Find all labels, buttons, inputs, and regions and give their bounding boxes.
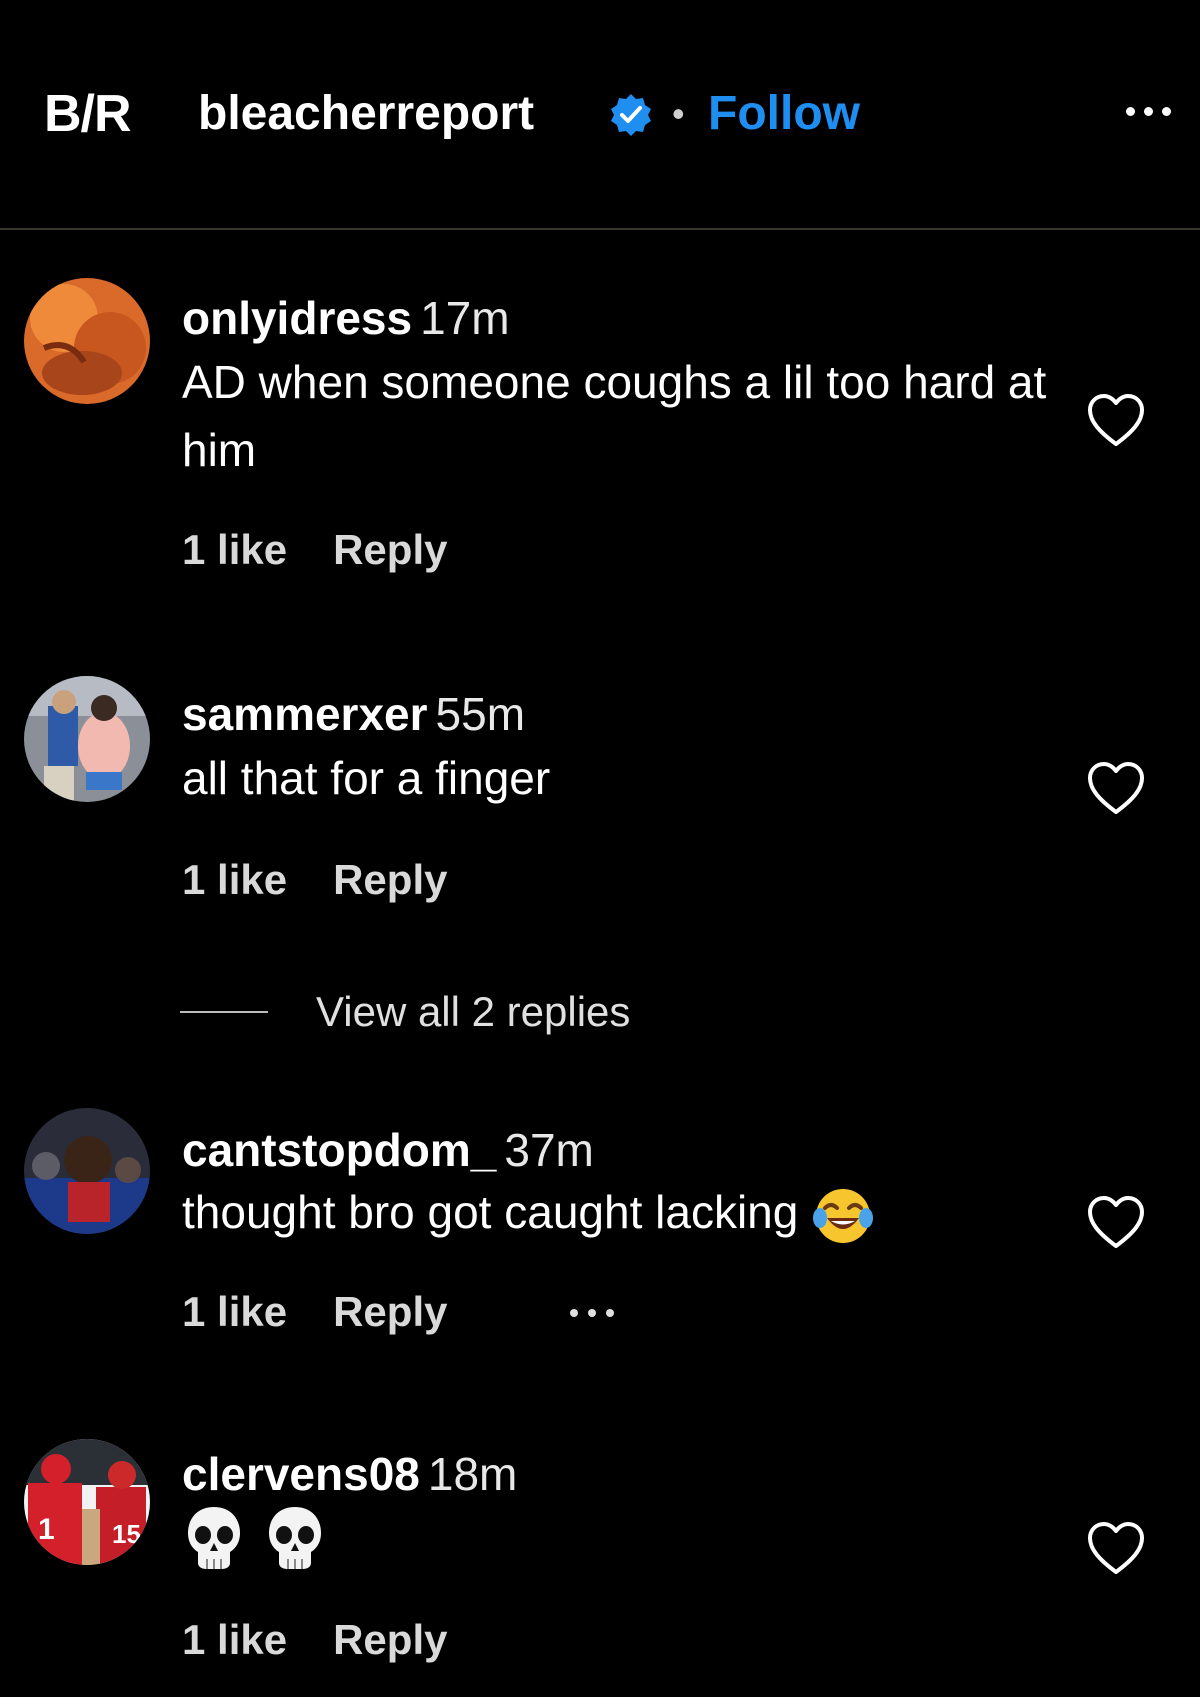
- comment-username[interactable]: cantstopdom_: [182, 1124, 496, 1176]
- replies-divider-line: [180, 1011, 268, 1013]
- comment-username[interactable]: onlyidress: [182, 292, 412, 344]
- view-replies-label: View all 2 replies: [316, 988, 631, 1035]
- account-username[interactable]: bleacherreport: [198, 84, 534, 144]
- skull-icon: [188, 1506, 240, 1569]
- avatar[interactable]: [24, 676, 150, 802]
- comment-header: cantstopdom_ 37m: [182, 1120, 594, 1180]
- like-heart-icon[interactable]: [1085, 392, 1147, 450]
- reply-button[interactable]: Reply: [333, 1616, 447, 1663]
- skull-icon: [268, 1506, 321, 1569]
- like-heart-icon[interactable]: [1085, 1194, 1147, 1252]
- reply-button[interactable]: Reply: [333, 856, 447, 903]
- avatar[interactable]: [24, 1108, 150, 1234]
- separator-dot: •: [672, 93, 685, 134]
- comment-actions: 1 like Reply: [182, 852, 447, 908]
- comment-text: [182, 1500, 1062, 1576]
- like-count[interactable]: 1 like: [182, 1616, 287, 1663]
- svg-text:15: 15: [112, 1519, 141, 1549]
- comment-time: 18m: [427, 1448, 518, 1500]
- like-heart-icon[interactable]: [1085, 760, 1147, 818]
- like-heart-icon[interactable]: [1085, 1520, 1147, 1578]
- avatar[interactable]: [24, 278, 150, 404]
- more-options-icon[interactable]: [1126, 96, 1190, 126]
- comment-text: AD when someone coughs a lil too hard at…: [182, 356, 1047, 476]
- brand-logo[interactable]: B/R: [44, 84, 132, 144]
- comment-time: 55m: [435, 688, 526, 740]
- like-count[interactable]: 1 like: [182, 1288, 287, 1335]
- comment-actions: 1 like Reply: [182, 1612, 447, 1668]
- follow-button[interactable]: Follow: [708, 84, 860, 144]
- post-header: B/R bleacherreport • Follow: [0, 0, 1200, 230]
- comment-header: onlyidress 17m: [182, 288, 510, 348]
- face-with-tears-of-joy-icon: [813, 1188, 874, 1243]
- comment-more-icon[interactable]: [570, 1298, 630, 1328]
- view-replies-button[interactable]: View all 2 replies: [180, 984, 630, 1040]
- comment-username[interactable]: clervens08: [182, 1448, 420, 1500]
- comment-time: 17m: [420, 292, 510, 344]
- comment-actions: 1 like Reply: [182, 1284, 447, 1340]
- verified-badge-icon: [611, 94, 651, 136]
- svg-text:1: 1: [38, 1513, 55, 1546]
- reply-button[interactable]: Reply: [333, 1288, 447, 1335]
- like-count[interactable]: 1 like: [182, 526, 287, 573]
- comment-text: thought bro got caught lacking: [182, 1178, 1062, 1248]
- comment-actions: 1 like Reply: [182, 522, 447, 578]
- comment-text: all that for a finger: [182, 752, 551, 804]
- comment-header: sammerxer 55m: [182, 684, 525, 744]
- comment-text-content: thought bro got caught lacking: [182, 1186, 799, 1238]
- comment-header: clervens08 18m: [182, 1444, 517, 1504]
- like-count[interactable]: 1 like: [182, 856, 287, 903]
- avatar[interactable]: 1 15: [24, 1439, 150, 1565]
- comment-username[interactable]: sammerxer: [182, 688, 428, 740]
- comment-time: 37m: [504, 1124, 594, 1176]
- reply-button[interactable]: Reply: [333, 526, 447, 573]
